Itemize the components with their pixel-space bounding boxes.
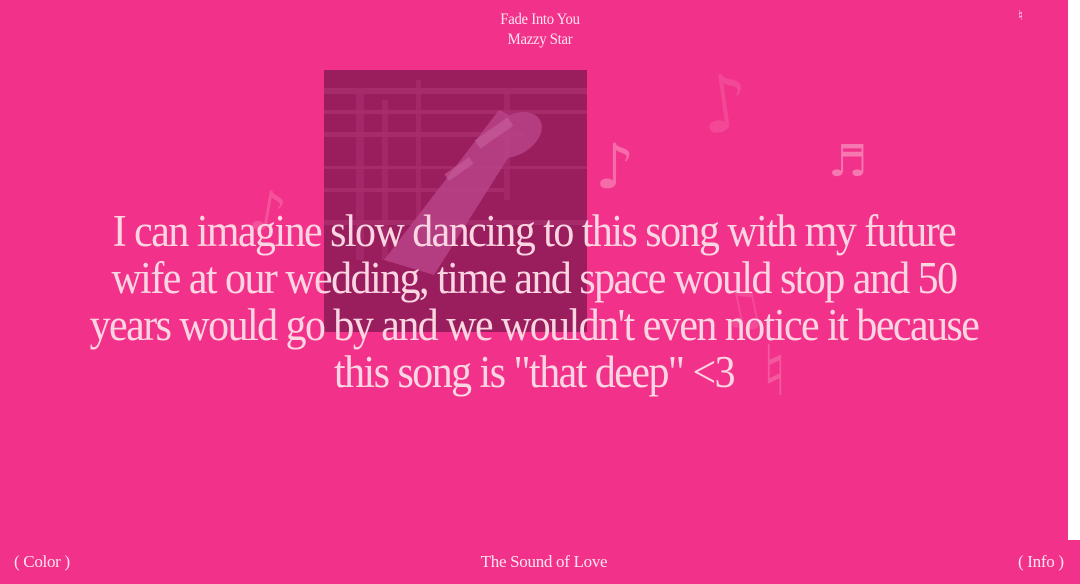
site-title: The Sound of Love: [480, 552, 608, 571]
floating-note-icon: ♪: [595, 130, 635, 203]
scrollbar[interactable]: [1068, 0, 1080, 540]
floating-note-icon: ♪: [693, 56, 756, 154]
comment-quote: I can imagine slow dancing to this song …: [40, 208, 1028, 396]
scrollbar-gap: [1068, 540, 1080, 584]
floating-note-icon: ♬: [828, 136, 868, 187]
comment-text: I can imagine slow dancing to this song …: [89, 206, 980, 397]
main-stage: ♪ ♪ ♬ ♪ ♮ ♫ Fade Into You Mazzy Star I c…: [0, 0, 1068, 584]
now-playing-header: Fade Into You Mazzy Star: [0, 10, 1068, 50]
song-artist: Mazzy Star: [507, 31, 573, 48]
music-note-icon[interactable]: ♮: [1018, 8, 1023, 24]
song-title: Fade Into You: [500, 11, 580, 28]
info-button[interactable]: ( Info ): [1018, 552, 1064, 572]
